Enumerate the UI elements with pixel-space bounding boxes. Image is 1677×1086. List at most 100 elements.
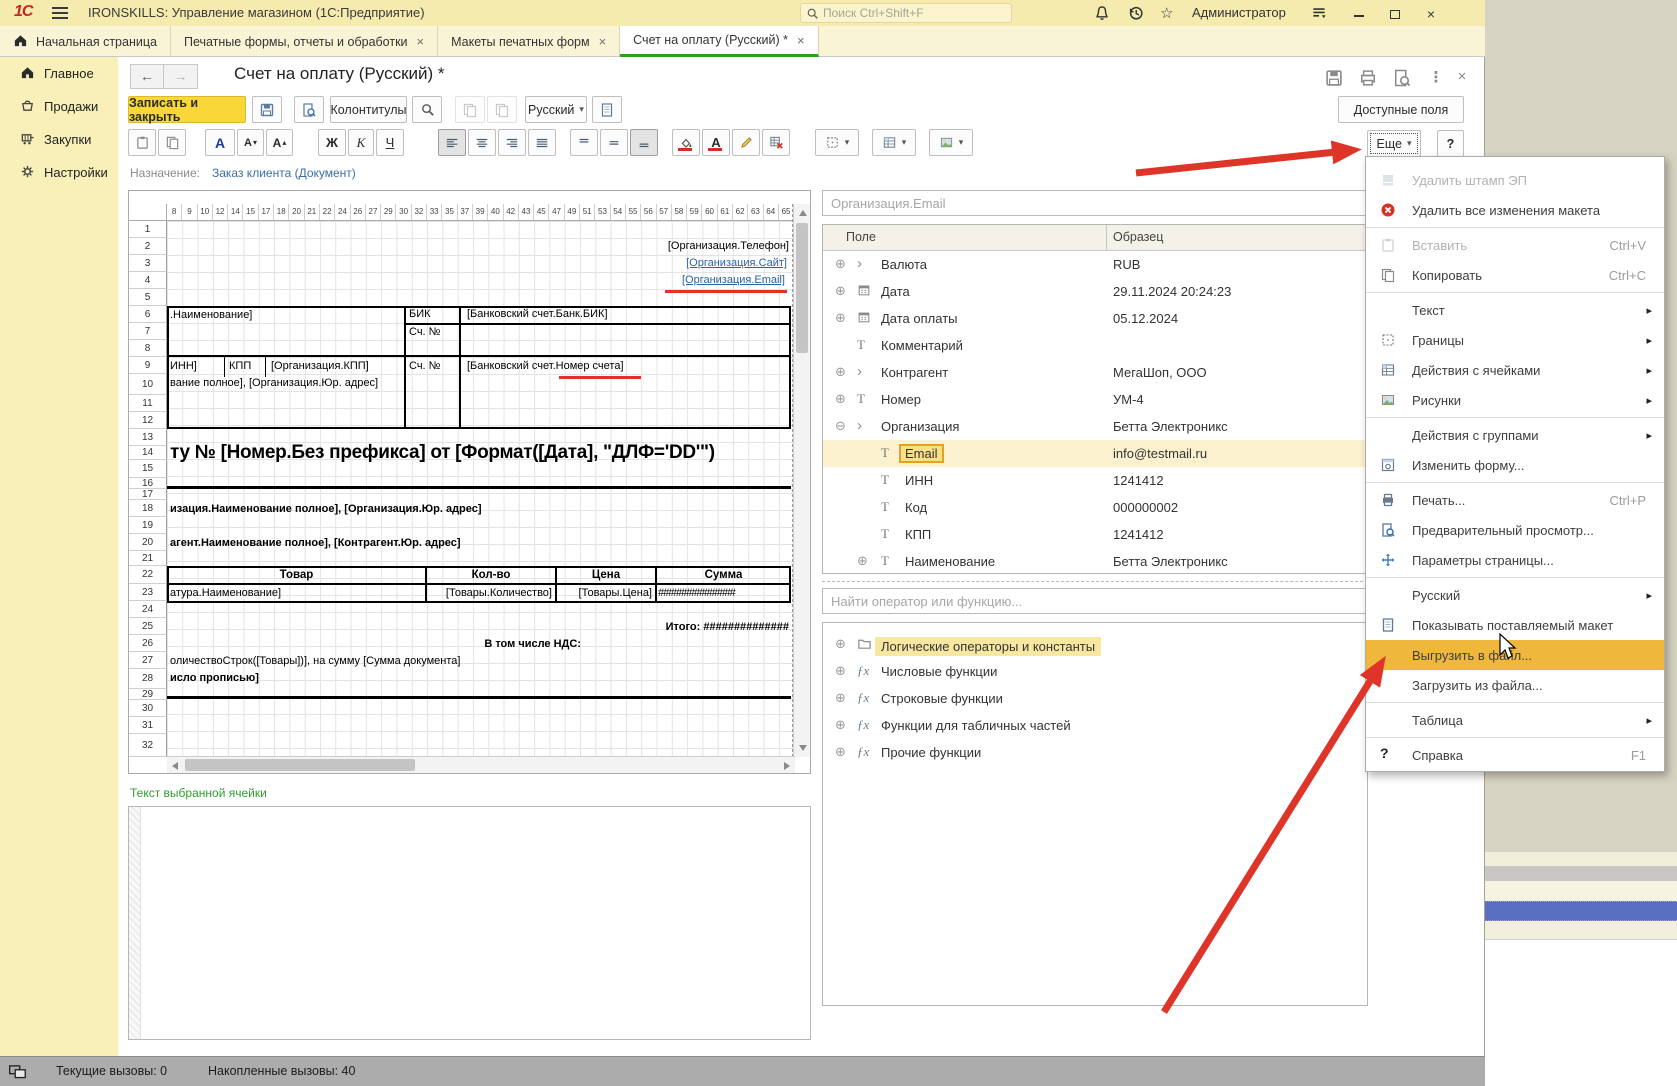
sheet-cell[interactable]: Товар xyxy=(167,569,426,582)
column-header[interactable]: 27 xyxy=(366,204,381,220)
layout-view-button[interactable] xyxy=(592,96,622,123)
sheet-cell[interactable]: Сч. № xyxy=(409,360,440,373)
font-bigger-button[interactable]: А▴ xyxy=(266,129,293,156)
menu-item-6[interactable]: Границы▸ xyxy=(1366,325,1664,355)
expander-icon[interactable]: ⊕ xyxy=(835,364,846,380)
menu-item-4[interactable]: КопироватьCtrl+C xyxy=(1366,260,1664,290)
column-header[interactable]: 56 xyxy=(641,204,656,220)
row-header-3[interactable]: 3 xyxy=(129,255,167,272)
column-header[interactable]: 61 xyxy=(718,204,733,220)
menu-item-15[interactable]: Показывать поставляемый макет xyxy=(1366,610,1664,640)
scrollbar-thumb[interactable] xyxy=(796,223,808,353)
function-group-5[interactable]: ⊕ƒxПрочие функции xyxy=(823,739,1367,766)
save-button[interactable] xyxy=(252,96,282,123)
row-header-5[interactable]: 5 xyxy=(129,289,167,306)
sidebar-item-4[interactable]: Настройки xyxy=(0,156,118,189)
sheet-cell[interactable]: [Товары.Цена] xyxy=(556,587,652,600)
column-header[interactable]: 18 xyxy=(274,204,289,220)
italic-button[interactable]: К xyxy=(348,129,374,156)
back-button[interactable]: ← xyxy=(130,64,164,89)
column-header[interactable]: 37 xyxy=(458,204,473,220)
column-header[interactable]: 33 xyxy=(427,204,442,220)
cells-dropdown[interactable]: ▾ xyxy=(872,129,916,156)
column-header[interactable]: 15 xyxy=(243,204,258,220)
expander-icon[interactable]: ⊕ xyxy=(857,553,868,569)
column-header[interactable]: 45 xyxy=(534,204,549,220)
forward-button[interactable]: → xyxy=(164,64,198,89)
font-button[interactable]: А xyxy=(205,129,235,156)
row-header-2[interactable]: 2 xyxy=(129,238,167,255)
row-header-13[interactable]: 13 xyxy=(129,429,167,446)
column-header[interactable]: 59 xyxy=(687,204,702,220)
row-header-27[interactable]: 27 xyxy=(129,652,167,669)
column-header[interactable]: 49 xyxy=(565,204,580,220)
sheet-cell[interactable]: [Организация.Телефон] xyxy=(489,240,789,253)
expander-icon[interactable]: ⊕ xyxy=(835,283,846,299)
row-header-15[interactable]: 15 xyxy=(129,460,167,478)
column-header[interactable]: 51 xyxy=(580,204,595,220)
column-header[interactable]: 9 xyxy=(182,204,197,220)
align-right-button[interactable] xyxy=(498,129,526,156)
valign-top-button[interactable] xyxy=(570,129,598,156)
row-header-19[interactable]: 19 xyxy=(129,517,167,534)
row-header-10[interactable]: 10 xyxy=(129,374,167,395)
tab-1[interactable]: Начальная страница xyxy=(0,26,171,57)
column-header[interactable]: 54 xyxy=(611,204,626,220)
field-row-комментарий[interactable]: ТКомментарий xyxy=(823,332,1367,359)
row-header-24[interactable]: 24 xyxy=(129,601,167,618)
sheet-cell[interactable]: Сумма xyxy=(656,569,791,582)
row-header-9[interactable]: 9 xyxy=(129,357,167,374)
menu-item-17[interactable]: Загрузить из файла... xyxy=(1366,670,1664,700)
sheet-cell[interactable]: В том числе НДС: xyxy=(369,638,581,651)
column-header[interactable]: 8 xyxy=(167,204,182,220)
scrollbar-thumb[interactable] xyxy=(185,759,415,771)
row-header-21[interactable]: 21 xyxy=(129,551,167,566)
expander-icon[interactable]: ⊕ xyxy=(835,690,846,706)
align-justify-button[interactable] xyxy=(528,129,556,156)
field-row-наименование[interactable]: ⊕ТНаименованиеБетта Электроникс xyxy=(823,548,1367,575)
font-smaller-button[interactable]: А▾ xyxy=(237,129,264,156)
clear-format-button[interactable] xyxy=(762,129,790,156)
column-header[interactable]: 43 xyxy=(519,204,534,220)
expander-icon[interactable]: ⊕ xyxy=(835,310,846,326)
menu-item-2[interactable]: Удалить все изменения макета xyxy=(1366,195,1664,225)
save-and-close-button[interactable]: Записать и закрыть xyxy=(128,96,246,123)
column-header[interactable]: 62 xyxy=(733,204,748,220)
column-header[interactable]: 12 xyxy=(213,204,228,220)
sheet-cell[interactable]: атура.Наименование] xyxy=(170,587,281,600)
sheet-cell[interactable]: ту № [Номер.Без префикса] от [Формат([Да… xyxy=(170,442,715,464)
purpose-link[interactable]: Заказ клиента (Документ) xyxy=(212,166,356,180)
preview-icon[interactable] xyxy=(1390,68,1414,88)
row-header-8[interactable]: 8 xyxy=(129,340,167,357)
field-row-email[interactable]: ТEmailinfo@testmail.ru xyxy=(823,440,1367,467)
copy-fragment-button[interactable] xyxy=(455,96,485,123)
vertical-scrollbar[interactable] xyxy=(793,204,810,757)
column-header[interactable]: 26 xyxy=(351,204,366,220)
favorites-star-icon[interactable]: ☆ xyxy=(1160,4,1178,22)
sidebar-item-2[interactable]: Продажи xyxy=(0,90,118,123)
maximize-button[interactable] xyxy=(1382,6,1408,22)
column-header[interactable]: 42 xyxy=(504,204,519,220)
form-close-icon[interactable]: × xyxy=(1450,68,1474,88)
row-header-32[interactable]: 32 xyxy=(129,734,167,757)
tab-2[interactable]: Печатные формы, отчеты и обработки× xyxy=(171,26,438,57)
underline-button[interactable]: Ч xyxy=(376,129,404,156)
sheet-cell[interactable]: [Организация.Email] xyxy=(489,274,785,287)
sheet-cell[interactable]: .Наименование] xyxy=(170,309,252,322)
borders-dropdown[interactable]: ▾ xyxy=(815,129,859,156)
menu-item-5[interactable]: Текст▸ xyxy=(1366,295,1664,325)
font-color-button[interactable]: А xyxy=(702,129,730,156)
print-preview-button[interactable] xyxy=(294,96,324,123)
bold-button[interactable]: Ж xyxy=(318,129,346,156)
draw-borders-button[interactable] xyxy=(732,129,760,156)
menu-item-12[interactable]: Предварительный просмотр... xyxy=(1366,515,1664,545)
column-header[interactable]: 35 xyxy=(442,204,457,220)
tab-close-icon[interactable]: × xyxy=(417,34,425,49)
column-header[interactable]: 47 xyxy=(549,204,564,220)
copy-fragment2-button[interactable] xyxy=(487,96,517,123)
row-header-26[interactable]: 26 xyxy=(129,635,167,652)
column-header[interactable]: 53 xyxy=(595,204,610,220)
tab-close-icon[interactable]: × xyxy=(599,34,607,49)
notifications-bell-icon[interactable] xyxy=(1093,4,1111,22)
column-header[interactable]: 22 xyxy=(320,204,335,220)
